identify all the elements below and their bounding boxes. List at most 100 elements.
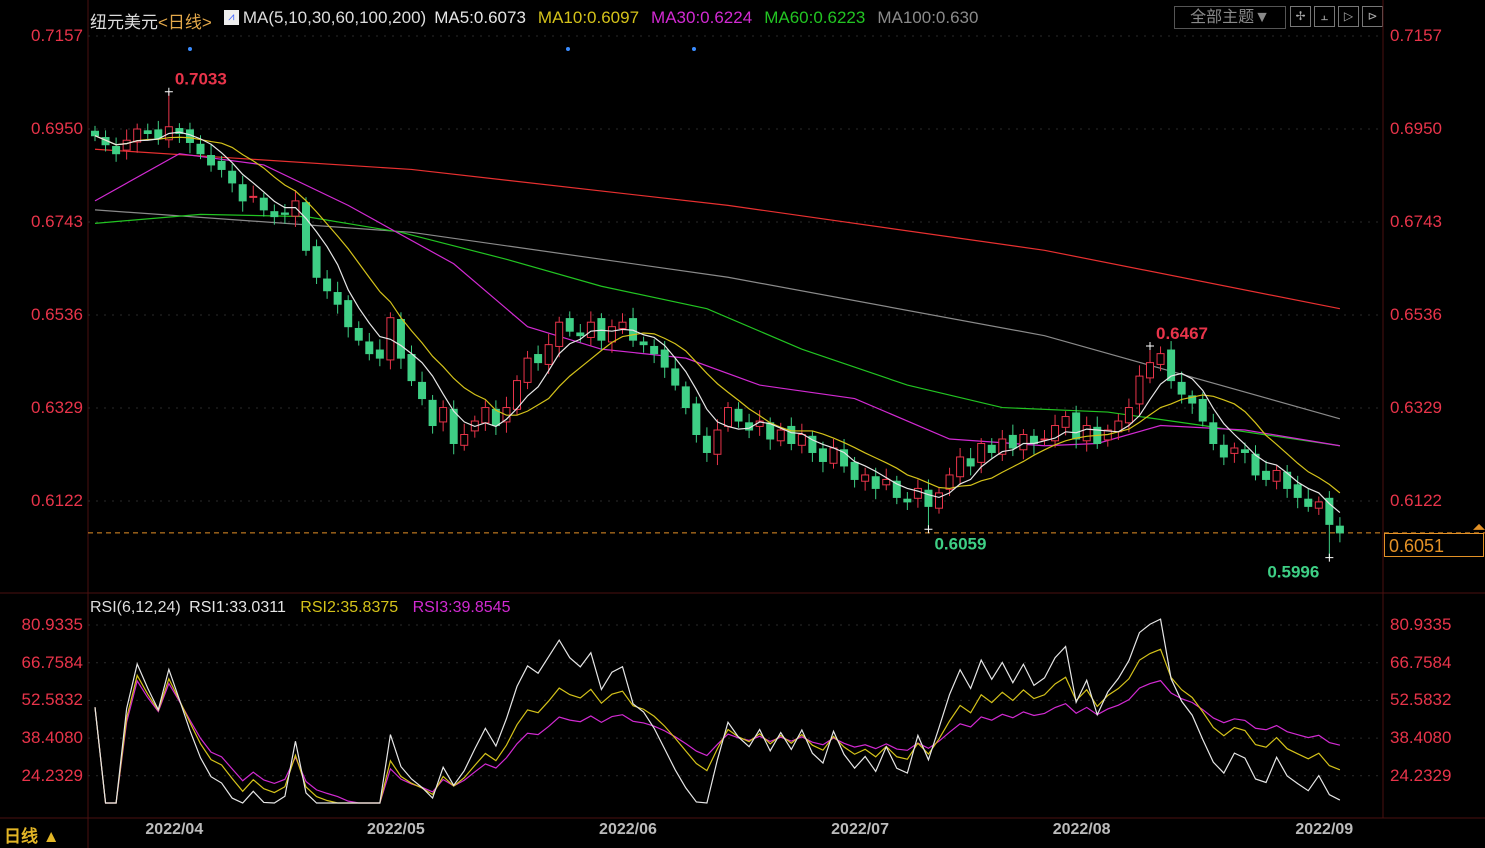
candle-up — [977, 442, 986, 463]
candle-down — [1335, 525, 1344, 534]
ma100-line — [94, 209, 1341, 420]
candle-down — [1262, 470, 1271, 480]
current-price-arrow-icon — [1473, 523, 1485, 530]
rsi-tick-label: 24.2329 — [21, 765, 83, 785]
candle-up — [882, 478, 891, 486]
candle-down — [154, 129, 163, 139]
candle-down — [1240, 449, 1249, 453]
candle-down — [217, 160, 226, 170]
price-tick-label: 0.7157 — [1390, 26, 1442, 45]
current-price-tag: 0.6051 — [1384, 533, 1484, 557]
rsi-tick-label: 38.4080 — [21, 728, 83, 748]
chart-canvas[interactable]: 0.7033 0.6467 0.6059 0.5996 — [0, 0, 1485, 848]
candle-down — [1008, 434, 1017, 449]
rsi-tick-label: 52.5832 — [1390, 690, 1452, 710]
candle-down — [597, 318, 606, 341]
candle-down — [407, 354, 416, 382]
rsi-tick-label: 24.2329 — [1390, 765, 1452, 785]
candle-up — [1135, 375, 1144, 405]
candle-down — [534, 354, 543, 364]
event-marker — [692, 47, 696, 51]
candle-down — [924, 489, 933, 507]
extreme-price-label: 0.5996 — [1267, 563, 1319, 582]
candle-up — [797, 434, 806, 446]
candle-down — [850, 461, 859, 480]
candle-down — [787, 425, 796, 444]
candle-down — [576, 332, 585, 337]
candle-down — [1325, 497, 1334, 525]
candle-up — [945, 474, 954, 490]
candle-down — [207, 155, 216, 166]
candle-down — [692, 403, 701, 436]
candle-up — [586, 321, 595, 338]
candle-up — [724, 407, 732, 427]
time-tick-label: 2022/04 — [145, 821, 204, 838]
candle-down — [818, 448, 827, 462]
candle-up — [460, 434, 469, 446]
candle-up — [291, 200, 300, 217]
candle-up — [956, 456, 965, 478]
candle-up — [1314, 501, 1323, 509]
rsi2-value: RSI2:35.8375 — [300, 599, 399, 616]
candle-up — [1230, 447, 1239, 454]
event-marker — [566, 47, 570, 51]
candle-down — [702, 435, 711, 453]
rsi-header: RSI(6,12,24) RSI1:33.0311 RSI2:35.8375 R… — [90, 599, 520, 617]
rsi-tick-label: 66.7584 — [21, 652, 83, 672]
candle-up — [1061, 416, 1070, 428]
rsi-tick-label: 80.9335 — [1390, 615, 1452, 634]
candle-down — [143, 130, 152, 134]
candle-up — [555, 321, 564, 347]
candle-down — [333, 292, 342, 305]
candle-down — [1293, 484, 1302, 498]
rsi1-value: RSI1:33.0311 — [189, 599, 286, 616]
candle-up — [1156, 353, 1165, 365]
rsi3-value: RSI3:39.8545 — [412, 599, 511, 616]
candle-down — [871, 476, 880, 489]
candle-down — [365, 341, 374, 355]
candle-down — [259, 197, 268, 211]
candle-down — [987, 444, 996, 453]
candle-up — [481, 407, 490, 424]
candle-down — [1219, 444, 1228, 458]
price-tick-label: 0.6743 — [31, 212, 83, 231]
price-tick-label: 0.6743 — [1390, 212, 1442, 231]
extreme-marker-icon — [164, 87, 173, 96]
price-tick-label: 0.6536 — [1390, 305, 1442, 324]
candle-down — [629, 318, 638, 341]
price-tick-label: 0.6122 — [1390, 491, 1442, 510]
candle-down — [323, 278, 332, 292]
candle-down — [1177, 381, 1186, 395]
candle-up — [1082, 425, 1091, 442]
candle-down — [196, 143, 205, 155]
extreme-price-label: 0.7033 — [175, 70, 227, 89]
time-tick-label: 2022/06 — [599, 821, 657, 838]
candle-down — [650, 345, 659, 355]
candle-up — [607, 326, 616, 343]
candle-down — [344, 300, 353, 328]
candle-down — [966, 458, 975, 467]
extreme-marker-icon — [1325, 553, 1334, 562]
rsi-tick-label: 52.5832 — [21, 690, 83, 710]
candle-down — [1198, 398, 1207, 422]
candle-up — [1146, 362, 1154, 379]
candle-up — [544, 344, 553, 365]
price-tick-label: 0.6950 — [31, 119, 83, 138]
candle-up — [523, 357, 532, 383]
candle-down — [418, 381, 427, 400]
extreme-marker-icon — [924, 525, 933, 534]
candle-down — [671, 368, 680, 386]
period-switch[interactable]: 日线 ▲ — [4, 822, 60, 847]
candle-down — [681, 386, 690, 409]
ma60-line — [94, 213, 1340, 447]
extreme-price-label: 0.6467 — [1156, 324, 1208, 343]
candle-down — [354, 327, 363, 341]
candle-down — [312, 246, 321, 278]
candle-down — [903, 498, 912, 503]
candle-down — [1209, 422, 1218, 444]
candle-down — [228, 170, 237, 184]
rsi-tick-label: 80.9335 — [21, 615, 83, 634]
price-tick-label: 0.6329 — [31, 398, 83, 417]
candle-down — [238, 184, 247, 202]
candle-down — [565, 318, 574, 332]
